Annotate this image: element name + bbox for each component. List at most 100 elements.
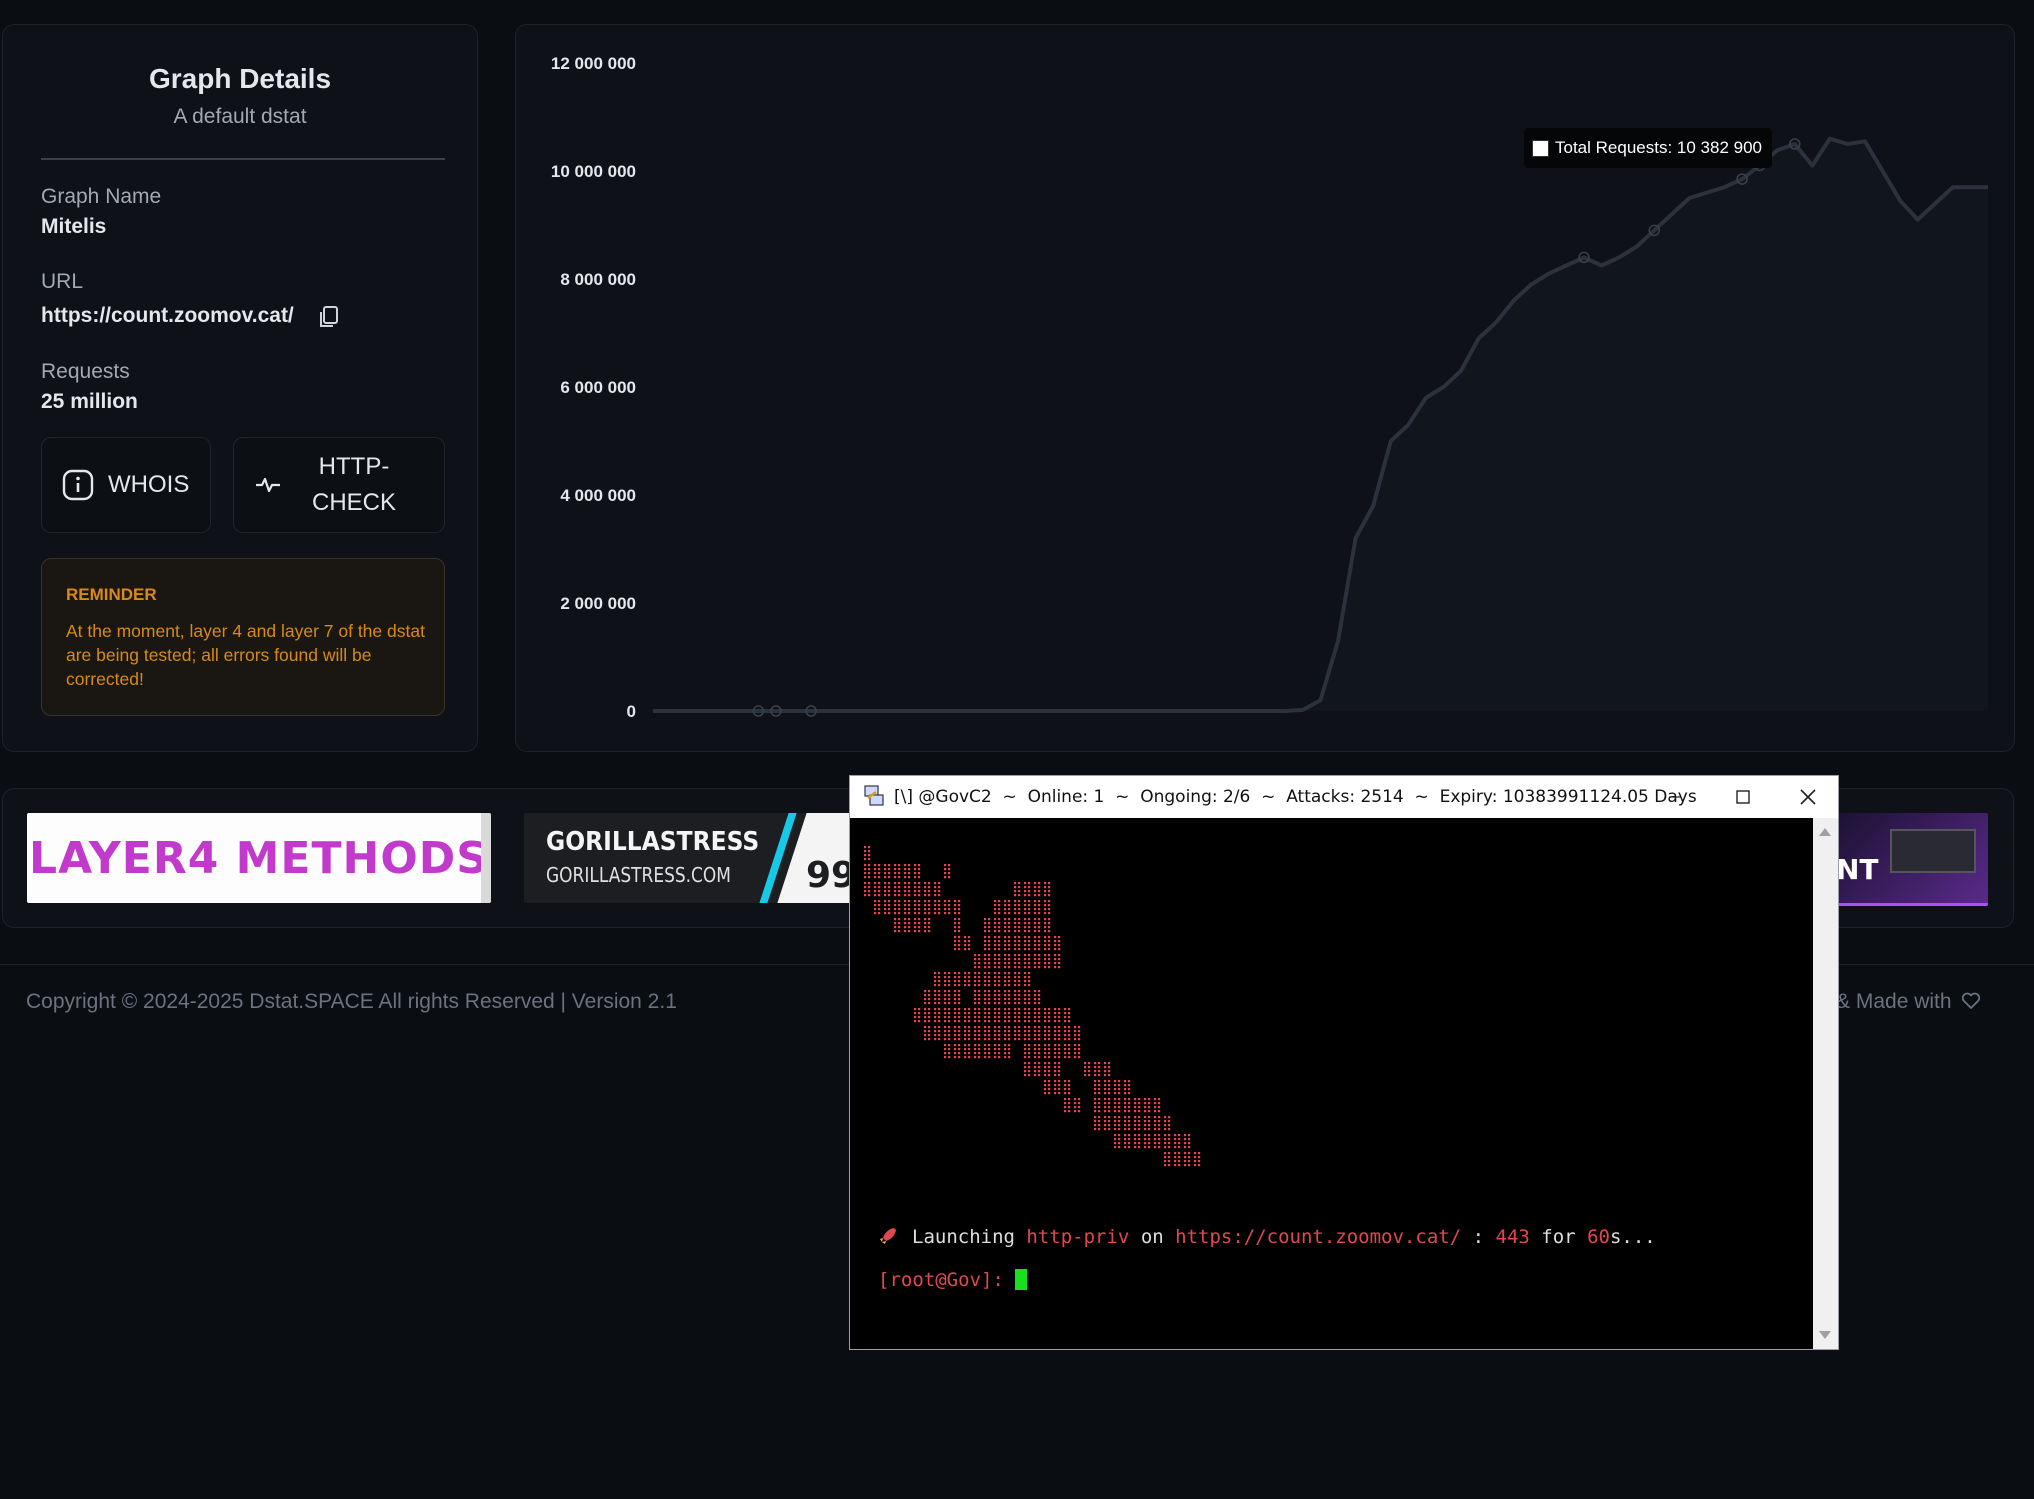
ascii-dot: [968, 1048, 971, 1051]
ascii-dot: [1048, 918, 1051, 921]
ascii-dot: [1004, 972, 1007, 975]
ascii-dot: [974, 1002, 977, 1005]
ascii-dot: [1048, 904, 1051, 907]
ascii-dot: [938, 912, 941, 915]
ascii-dot: [984, 958, 987, 961]
ascii-dot: [1038, 922, 1041, 925]
ascii-dot: [918, 904, 921, 907]
ascii-dot: [1134, 1142, 1137, 1145]
ascii-dot: [1104, 1084, 1107, 1087]
ascii-dot: [994, 908, 997, 911]
ascii-dot: [1148, 1124, 1151, 1127]
ascii-dot: [1138, 1098, 1141, 1101]
ascii-dot: [1198, 1160, 1201, 1163]
ascii-dot: [1038, 990, 1041, 993]
terminal-scrollbar[interactable]: [1813, 818, 1838, 1349]
ascii-dot: [948, 904, 951, 907]
ascii-dot: [1194, 1160, 1197, 1163]
ascii-dot: [918, 926, 921, 929]
ascii-dot: [1128, 1120, 1131, 1123]
ascii-dot: [1188, 1142, 1191, 1145]
ascii-dot: [974, 994, 977, 997]
ascii-dot: [914, 886, 917, 889]
maximize-button[interactable]: [1710, 776, 1776, 818]
ascii-dot: [1094, 1106, 1097, 1109]
ascii-dot: [1014, 886, 1017, 889]
requests-value: 25 million: [41, 390, 138, 413]
ascii-dot: [1018, 954, 1021, 957]
ascii-dot: [928, 900, 931, 903]
ascii-dot: [894, 872, 897, 875]
command-prompt[interactable]: [root@Gov]:: [878, 1269, 1028, 1291]
ascii-dot: [1044, 948, 1047, 951]
ascii-dot: [974, 1034, 977, 1037]
ascii-dot: [1108, 1074, 1111, 1077]
http-check-button[interactable]: HTTP- CHECK: [233, 437, 445, 533]
ascii-dot: [1028, 994, 1031, 997]
ascii-dot: [1044, 1066, 1047, 1069]
reminder-title: REMINDER: [66, 585, 157, 604]
ascii-dot: [978, 966, 981, 969]
chart-tooltip: Total Requests: 10 382 900: [1524, 128, 1772, 168]
ascii-dot: [1094, 1102, 1097, 1105]
server-graphic: [1890, 829, 1976, 873]
ascii-dot: [1038, 994, 1041, 997]
ascii-dot: [944, 1044, 947, 1047]
gorillastress-banner[interactable]: GORILLASTRESS GORILLASTRESS.COM 99: [524, 813, 860, 903]
ascii-dot: [954, 1038, 957, 1041]
ascii-dot: [1004, 1038, 1007, 1041]
whois-button[interactable]: WHOIS: [41, 437, 211, 533]
ascii-dot: [894, 890, 897, 893]
terminal-titlebar[interactable]: [\] @GovC2 ~ Online: 1 ~ Ongoing: 2/6 ~ …: [850, 776, 1838, 818]
ascii-dot: [1138, 1116, 1141, 1119]
ascii-dot: [1028, 1066, 1031, 1069]
graph-name-value: Mitelis: [41, 215, 107, 238]
right-banner[interactable]: NT: [1828, 813, 1988, 906]
ascii-dot: [1024, 1052, 1027, 1055]
ascii-dot: [1044, 1026, 1047, 1029]
ascii-dot: [1124, 1084, 1127, 1087]
ascii-dot: [1044, 886, 1047, 889]
ascii-dot: [948, 876, 951, 879]
ascii-dot: [1054, 962, 1057, 965]
ascii-dot: [1004, 976, 1007, 979]
ascii-dot: [1034, 918, 1037, 921]
ascii-dot: [958, 976, 961, 979]
url-value[interactable]: https://count.zoomov.cat/: [41, 304, 294, 328]
ascii-dot: [1004, 1012, 1007, 1015]
ascii-dot: [974, 976, 977, 979]
requests-chart[interactable]: 0 2 000 000 4 000 000 6 000 000 8 000 000 10 …: [516, 25, 2016, 753]
ascii-dot: [1104, 1088, 1107, 1091]
ascii-dot: [1098, 1110, 1101, 1113]
scroll-down-arrow[interactable]: [1819, 1331, 1831, 1339]
ascii-dot: [974, 1052, 977, 1055]
ascii-dot: [948, 1048, 951, 1051]
layer4-methods-banner[interactable]: LAYER4 METHODS: [27, 813, 491, 903]
ascii-dot: [958, 1052, 961, 1055]
ascii-dot: [1108, 1124, 1111, 1127]
ascii-dot: [1114, 1146, 1117, 1149]
ascii-dot: [934, 972, 937, 975]
ascii-dot: [944, 1002, 947, 1005]
ascii-dot: [1064, 1030, 1067, 1033]
ascii-dot: [958, 990, 961, 993]
ascii-dot: [998, 1038, 1001, 1041]
ascii-dot: [1028, 966, 1031, 969]
copy-icon[interactable]: [315, 304, 341, 330]
ascii-dot: [1118, 1080, 1121, 1083]
close-button[interactable]: [1778, 776, 1838, 818]
ascii-dot: [1188, 1160, 1191, 1163]
ascii-dot: [958, 984, 961, 987]
ascii-dot: [944, 1034, 947, 1037]
ascii-dot: [978, 962, 981, 965]
ascii-dot: [1174, 1164, 1177, 1167]
ascii-dot: [998, 936, 1001, 939]
minimize-button[interactable]: [1642, 776, 1708, 818]
ascii-dot: [928, 1034, 931, 1037]
ascii-dot: [1024, 1048, 1027, 1051]
scroll-up-arrow[interactable]: [1819, 828, 1831, 836]
ascii-dot: [994, 1026, 997, 1029]
terminal-window[interactable]: [\] @GovC2 ~ Online: 1 ~ Ongoing: 2/6 ~ …: [849, 775, 1839, 1350]
terminal-screen[interactable]: Launching http-priv on https://count.zoo…: [850, 818, 1813, 1349]
ascii-dot: [1048, 936, 1051, 939]
